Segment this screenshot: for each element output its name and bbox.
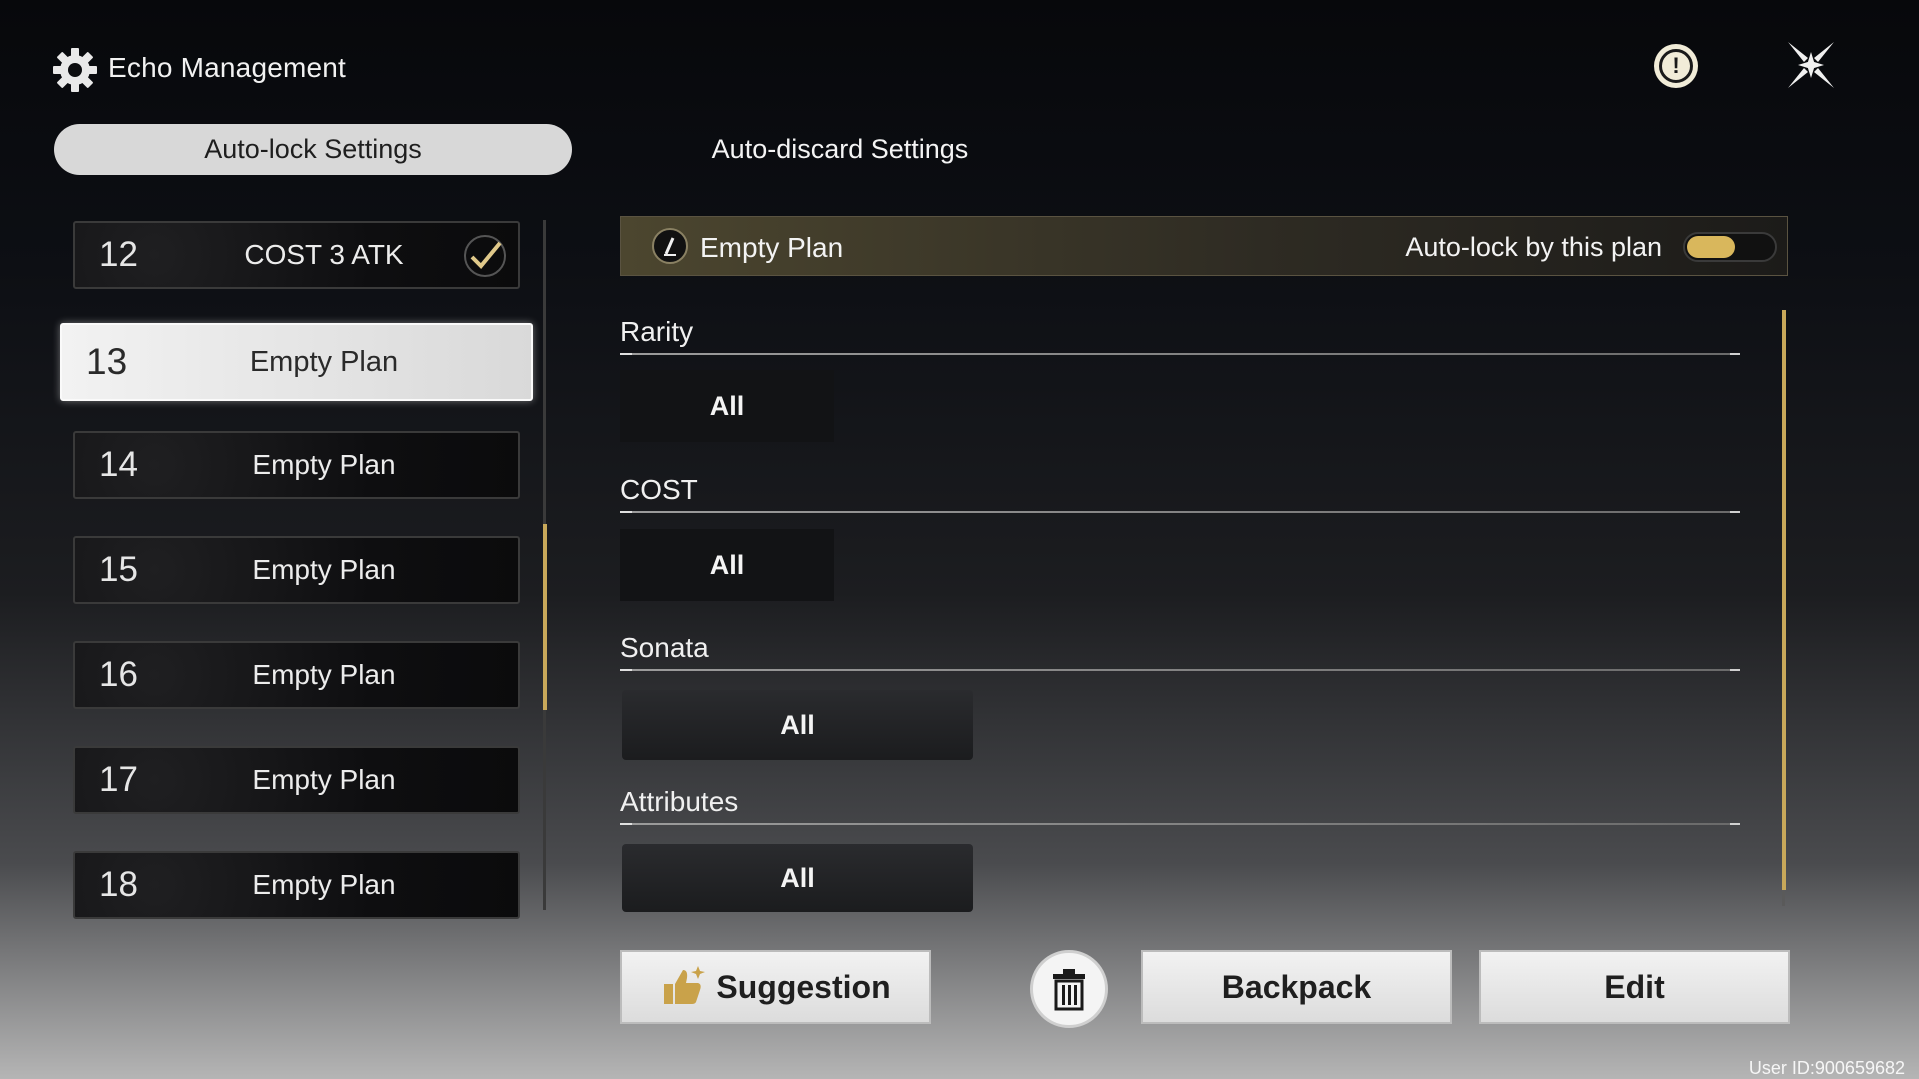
autolock-label: Auto-lock by this plan	[1405, 232, 1662, 262]
pencil-icon[interactable]	[652, 228, 688, 264]
plan-label: Empty Plan	[252, 449, 396, 480]
section-title-attributes: Attributes	[620, 786, 739, 817]
plan-label: Empty Plan	[252, 764, 396, 795]
checkmark-icon	[464, 235, 506, 277]
trash-icon	[1053, 969, 1085, 1011]
plan-number: 15	[99, 550, 138, 589]
plan-number: 17	[99, 760, 138, 799]
section-divider	[620, 669, 1740, 671]
close-icon	[1788, 42, 1834, 88]
plan-list-scrollbar[interactable]	[543, 524, 547, 710]
attributes-filter-button[interactable]: All	[622, 844, 973, 912]
plan-label: Empty Plan	[252, 554, 396, 585]
user-id: User ID:900659682	[1748, 1058, 1905, 1078]
plan-number: 18	[99, 865, 138, 904]
alert-button[interactable]: !	[1654, 44, 1698, 88]
plan-title: Empty Plan	[700, 232, 844, 263]
autolock-toggle[interactable]	[1683, 232, 1777, 262]
cost-filter-button[interactable]: All	[620, 529, 834, 601]
backpack-button[interactable]: Backpack	[1141, 950, 1452, 1024]
plan-label: Empty Plan	[252, 869, 396, 900]
plan-number: 14	[99, 445, 138, 484]
section-title-cost: COST	[620, 474, 698, 505]
plan-item-12[interactable]: 12 COST 3 ATK	[73, 221, 520, 289]
page-title: Echo Management	[108, 52, 347, 83]
alert-icon: !	[1659, 49, 1693, 83]
section-title-sonata: Sonata	[620, 632, 709, 663]
plan-item-14[interactable]: 14 Empty Plan	[73, 431, 520, 499]
section-title-rarity: Rarity	[620, 316, 694, 347]
plan-item-16[interactable]: 16 Empty Plan	[73, 641, 520, 709]
gear-icon	[50, 45, 100, 95]
rarity-filter-button[interactable]: All	[620, 370, 834, 442]
plan-label: Empty Plan	[252, 659, 396, 690]
detail-scrollbar[interactable]	[1782, 310, 1786, 890]
plan-item-18[interactable]: 18 Empty Plan	[73, 851, 520, 919]
section-divider	[620, 511, 1740, 513]
plan-item-13[interactable]: 13 Empty Plan	[60, 323, 533, 401]
edit-button[interactable]: Edit	[1479, 950, 1790, 1024]
plan-number: 12	[99, 235, 138, 274]
close-button[interactable]	[1784, 38, 1838, 92]
plan-number: 16	[99, 655, 138, 694]
plan-number: 13	[86, 341, 128, 382]
tab-auto-lock[interactable]: Auto-lock Settings	[54, 124, 572, 175]
thumbs-up-icon	[660, 964, 706, 1010]
section-divider	[620, 823, 1740, 825]
section-divider	[620, 353, 1740, 355]
tab-auto-discard[interactable]: Auto-discard Settings	[580, 124, 1100, 175]
plan-item-15[interactable]: 15 Empty Plan	[73, 536, 520, 604]
plan-label: Empty Plan	[249, 345, 399, 378]
sonata-filter-button[interactable]: All	[622, 690, 973, 760]
delete-button[interactable]	[1030, 950, 1108, 1028]
suggestion-button[interactable]: Suggestion	[620, 950, 931, 1024]
toggle-knob	[1687, 236, 1735, 258]
suggestion-label: Suggestion	[716, 968, 891, 1005]
plan-item-17[interactable]: 17 Empty Plan	[73, 746, 520, 814]
